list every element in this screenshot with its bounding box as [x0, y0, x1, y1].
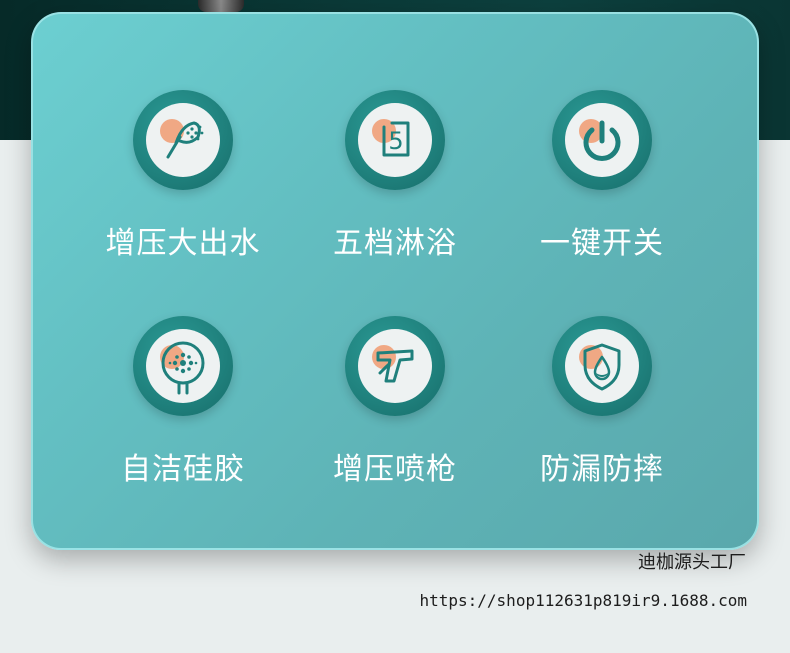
feature-label: 自洁硅胶	[121, 452, 245, 487]
feature-card: 增压大出水 5 五档淋浴 一键开关 自洁硅胶 增压喷枪 防漏防摔	[31, 12, 759, 550]
power-glyph	[583, 120, 621, 161]
feature-icon-ring	[345, 316, 445, 416]
factory-name: 迪枷源头工厂	[638, 552, 746, 573]
feature-icon-ring: 5	[345, 90, 445, 190]
feature-leak-drop-proof: 防漏防摔	[492, 316, 712, 516]
feature-five-modes: 5 五档淋浴	[285, 90, 505, 290]
feature-icon-ring	[133, 90, 233, 190]
feature-icon-ring	[552, 90, 652, 190]
shop-url[interactable]: https://shop112631p819ir9.1688.com	[419, 591, 747, 610]
feature-pressurized-spray-gun: 增压喷枪	[285, 316, 505, 516]
feature-label: 五档淋浴	[333, 226, 457, 261]
five-mode-glyph: 5	[382, 121, 410, 157]
feature-label: 增压喷枪	[333, 452, 457, 487]
power-icon	[565, 103, 639, 177]
feature-pressurized-flow: 增压大出水	[73, 90, 293, 290]
spray-gun-icon	[358, 329, 432, 403]
feature-icon-ring	[133, 316, 233, 416]
feature-icon-ring	[552, 316, 652, 416]
feature-self-clean-silicone: 自洁硅胶	[73, 316, 293, 516]
five-mode-digit: 5	[388, 127, 403, 155]
silicone-nozzle-glyph	[161, 341, 205, 395]
feature-label: 一键开关	[540, 226, 664, 261]
shower-head-glyph	[166, 121, 204, 159]
spray-gun-glyph	[376, 349, 414, 383]
feature-label: 增压大出水	[105, 226, 261, 261]
shower-head-icon	[146, 103, 220, 177]
shower-head-fragment	[198, 0, 244, 12]
shield-drop-icon	[565, 329, 639, 403]
feature-label: 防漏防摔	[540, 452, 664, 487]
shield-drop-glyph	[583, 343, 621, 391]
five-mode-icon: 5	[358, 103, 432, 177]
feature-one-touch-switch: 一键开关	[492, 90, 712, 290]
silicone-nozzle-icon	[146, 329, 220, 403]
